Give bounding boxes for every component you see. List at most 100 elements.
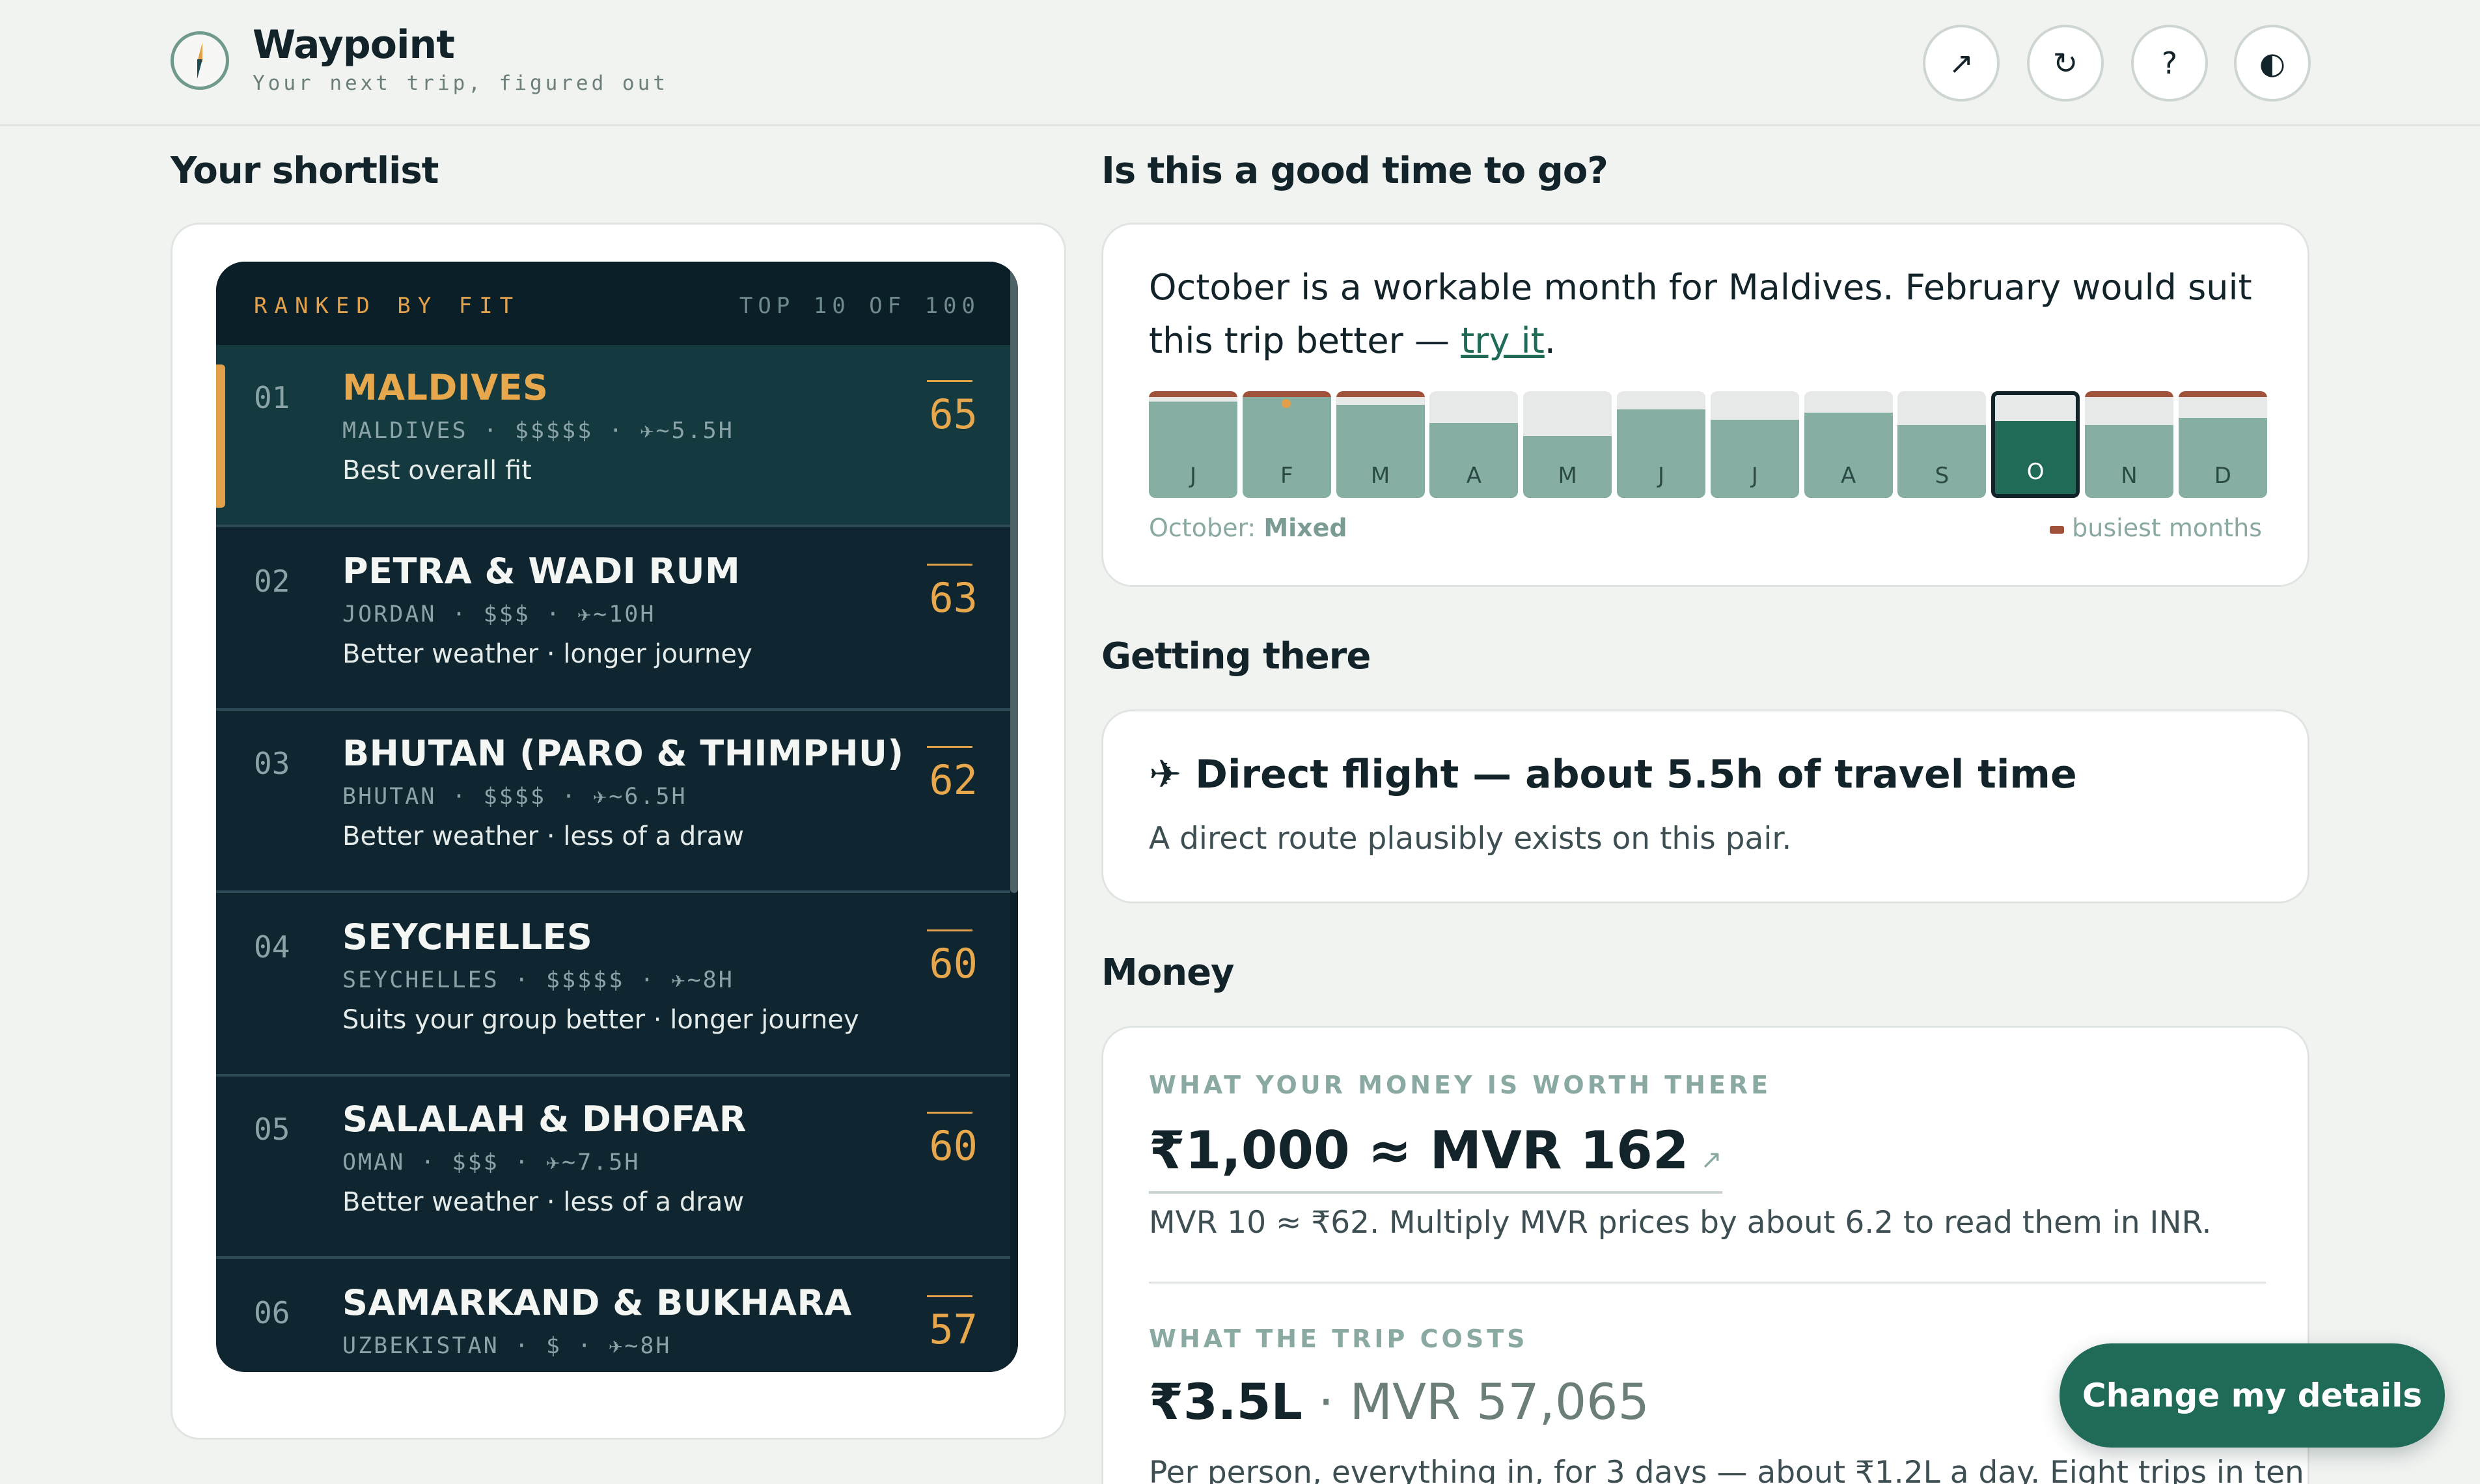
worth-label: WHAT YOUR MONEY IS WORTH THERE bbox=[1149, 1071, 1772, 1099]
app-header: Waypoint Your next trip, figured out ↗ ↻… bbox=[0, 0, 2480, 126]
month-cell-5[interactable]: J bbox=[1617, 391, 1705, 498]
month-label: D bbox=[2214, 463, 2231, 489]
destination-meta: UZBEKISTAN · $ · ✈~8H bbox=[342, 1333, 672, 1359]
busy-legend: busiest months bbox=[2050, 514, 2262, 542]
timing-heading: Is this a good time to go? bbox=[1101, 150, 1608, 192]
exchange-rate-desc: MVR 10 ≈ ₹62. Multiply MVR prices by abo… bbox=[1149, 1205, 2212, 1241]
getting-there-card: ✈ Direct flight — about 5.5h of travel t… bbox=[1101, 709, 2309, 903]
destination-note: Best overall fit bbox=[342, 456, 532, 486]
money-heading: Money bbox=[1101, 952, 1235, 994]
theme-toggle-icon: ◐ bbox=[2259, 46, 2286, 81]
destination-name: MALDIVES bbox=[342, 367, 549, 408]
fit-score: 60 bbox=[929, 940, 978, 987]
month-label: N bbox=[2121, 463, 2138, 489]
fit-score: 63 bbox=[929, 574, 978, 622]
destination-name: SALALAH & DHOFAR bbox=[342, 1099, 747, 1140]
help-icon: ? bbox=[2161, 46, 2178, 81]
change-details-button[interactable]: Change my details bbox=[2060, 1343, 2445, 1448]
flight-subtitle: A direct route plausibly exists on this … bbox=[1149, 821, 1792, 857]
trip-cost-inr: ₹3.5L bbox=[1149, 1373, 1302, 1431]
rank-number: 02 bbox=[254, 564, 290, 599]
busy-swatch bbox=[2050, 525, 2065, 534]
exchange-rate[interactable]: ₹1,000 ≈ MVR 162 ↗ bbox=[1149, 1120, 1722, 1194]
flight-title: ✈ Direct flight — about 5.5h of travel t… bbox=[1149, 752, 2077, 797]
busy-marker bbox=[1149, 391, 1237, 397]
month-label: A bbox=[1466, 463, 1482, 489]
busy-marker bbox=[2178, 391, 2267, 397]
month-label: J bbox=[1189, 463, 1197, 489]
month-chart: JFMAMJJASOND bbox=[1149, 391, 2267, 498]
rank-number: 01 bbox=[254, 380, 290, 415]
destination-meta: SEYCHELLES · $$$$$ · ✈~8H bbox=[342, 967, 734, 993]
compass-logo-icon bbox=[171, 31, 229, 90]
trip-cost: ₹3.5L · MVR 57,065 bbox=[1149, 1373, 1649, 1431]
month-cell-3[interactable]: A bbox=[1429, 391, 1519, 498]
share-arrow-icon: ↗ bbox=[1948, 46, 1974, 81]
trip-cost-sep: · bbox=[1302, 1373, 1350, 1431]
destination-row-maldives[interactable]: 01 MALDIVES MALDIVES · $$$$$ · ✈~5.5H Be… bbox=[216, 345, 1010, 527]
fit-score: 62 bbox=[929, 756, 978, 804]
score-divider bbox=[927, 1112, 972, 1114]
reset-button[interactable]: ↻ bbox=[2027, 25, 2104, 102]
month-label: M bbox=[1558, 463, 1577, 489]
timing-card: October is a workable month for Maldives… bbox=[1101, 223, 2309, 587]
fit-score: 60 bbox=[929, 1122, 978, 1170]
destination-row-petra[interactable]: 02 PETRA & WADI RUM JORDAN · $$$ · ✈~10H… bbox=[216, 529, 1010, 711]
share-button[interactable]: ↗ bbox=[1923, 25, 2000, 102]
app-subtitle: Your next trip, figured out bbox=[253, 72, 668, 95]
destination-meta: BHUTAN · $$$$ · ✈~6.5H bbox=[342, 784, 687, 810]
month-label: F bbox=[1280, 463, 1293, 489]
month-cell-7[interactable]: A bbox=[1804, 391, 1893, 498]
month-cell-9[interactable]: O bbox=[1991, 391, 2080, 498]
list-scrollbar[interactable] bbox=[1010, 262, 1018, 1372]
month-cell-0[interactable]: J bbox=[1149, 391, 1237, 498]
month-label: O bbox=[2026, 459, 2045, 485]
month-cell-2[interactable]: M bbox=[1336, 391, 1425, 498]
destination-meta: JORDAN · $$$ · ✈~10H bbox=[342, 601, 656, 627]
destination-name: SAMARKAND & BUKHARA bbox=[342, 1282, 852, 1323]
busy-marker bbox=[2085, 391, 2173, 397]
destination-row-bhutan[interactable]: 03 BHUTAN (PARO & THIMPHU) BHUTAN · $$$$… bbox=[216, 711, 1010, 893]
month-cell-11[interactable]: D bbox=[2178, 391, 2267, 498]
destination-note: Better weather · less of a draw bbox=[342, 821, 744, 851]
rank-number: 06 bbox=[254, 1295, 290, 1330]
try-it-link[interactable]: try it bbox=[1461, 320, 1545, 361]
score-divider bbox=[927, 929, 972, 931]
busy-marker bbox=[1242, 391, 1331, 397]
score-divider bbox=[927, 564, 972, 566]
month-cell-1[interactable]: F bbox=[1242, 391, 1331, 498]
destination-row-seychelles[interactable]: 04 SEYCHELLES SEYCHELLES · $$$$$ · ✈~8H … bbox=[216, 894, 1010, 1077]
timing-text-end: . bbox=[1544, 320, 1556, 361]
destination-note: Suits your group better · longer journey bbox=[342, 1005, 859, 1035]
exchange-rate-value: ₹1,000 ≈ MVR 162 bbox=[1149, 1120, 1689, 1181]
score-divider bbox=[927, 1295, 972, 1297]
destination-name: BHUTAN (PARO & THIMPHU) bbox=[342, 733, 904, 774]
suggested-month-dot bbox=[1281, 399, 1291, 408]
destination-row-salalah[interactable]: 05 SALALAH & DHOFAR OMAN · $$$ · ✈~7.5H … bbox=[216, 1077, 1010, 1259]
ranked-label: RANKED BY FIT bbox=[254, 293, 521, 319]
destination-row-samarkand[interactable]: 06 SAMARKAND & BUKHARA UZBEKISTAN · $ · … bbox=[216, 1260, 1010, 1372]
shortlist-list[interactable]: RANKED BY FIT TOP 10 OF 100 01 MALDIVES … bbox=[216, 262, 1018, 1372]
destination-meta: OMAN · $$$ · ✈~7.5H bbox=[342, 1149, 641, 1175]
destination-name: PETRA & WADI RUM bbox=[342, 551, 741, 592]
fit-score: 65 bbox=[929, 391, 978, 438]
month-cell-6[interactable]: J bbox=[1710, 391, 1799, 498]
month-cell-4[interactable]: M bbox=[1523, 391, 1612, 498]
month-label: J bbox=[1657, 463, 1665, 489]
trip-cost-desc: Per person, everything in, for 3 days — … bbox=[1149, 1455, 2304, 1484]
list-scrollbar-thumb[interactable] bbox=[1010, 262, 1018, 893]
month-cell-10[interactable]: N bbox=[2085, 391, 2173, 498]
help-button[interactable]: ? bbox=[2131, 25, 2208, 102]
theme-toggle-button[interactable]: ◐ bbox=[2234, 25, 2311, 102]
month-label: S bbox=[1935, 463, 1950, 489]
destination-note: Better weather · longer journey bbox=[342, 639, 752, 669]
status-month: October: bbox=[1149, 514, 1256, 542]
getting-there-heading: Getting there bbox=[1101, 635, 1371, 678]
timing-text: October is a workable month for Maldives… bbox=[1149, 267, 2252, 361]
destination-note: Better weather · less of a draw bbox=[342, 1187, 744, 1217]
month-cell-8[interactable]: S bbox=[1897, 391, 1987, 498]
selected-indicator bbox=[216, 364, 225, 508]
month-label: M bbox=[1370, 463, 1390, 489]
busy-legend-label: busiest months bbox=[2072, 514, 2262, 542]
shortlist-heading: Your shortlist bbox=[171, 150, 439, 192]
